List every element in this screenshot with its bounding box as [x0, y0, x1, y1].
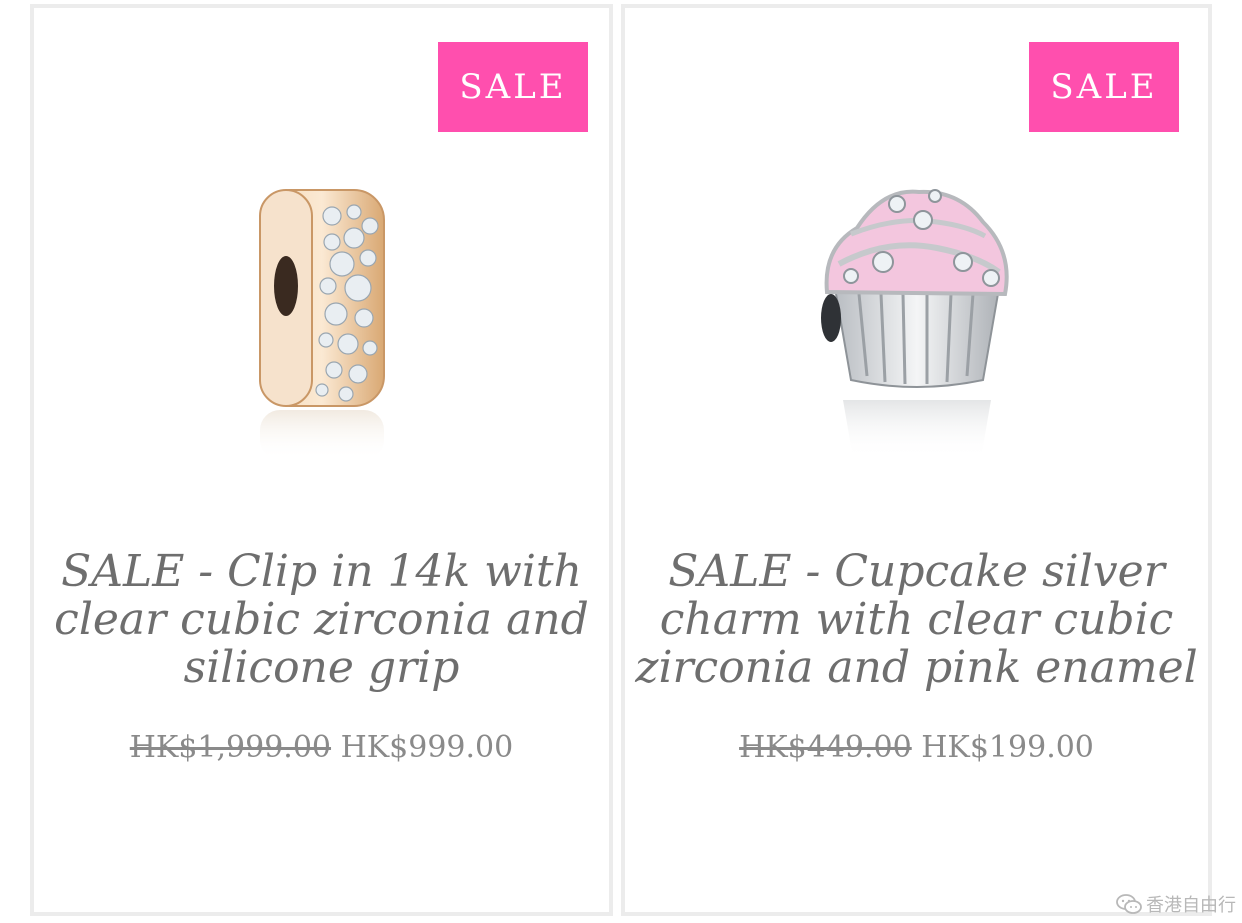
product-title[interactable]: SALE - Clip in 14k with clear cubic zirc… [44, 548, 599, 692]
price-row: HK$449.00 HK$199.00 [625, 730, 1208, 765]
sale-badge: SALE [1029, 42, 1179, 132]
original-price: HK$1,999.00 [129, 730, 332, 765]
price-row: HK$1,999.00 HK$999.00 [34, 730, 609, 765]
watermark: 香港自由行 [1116, 891, 1236, 917]
sale-badge: SALE [438, 42, 588, 132]
wechat-icon [1116, 894, 1142, 914]
original-price: HK$449.00 [739, 730, 912, 765]
product-card-cupcake[interactable]: SALE SALE - Cupcake silver charm with cl… [621, 4, 1212, 916]
product-grid: SALE SALE - Clip in 14k with clear cubic… [0, 0, 1242, 923]
sale-price: HK$199.00 [921, 730, 1094, 765]
watermark-text: 香港自由行 [1146, 895, 1236, 916]
sale-price: HK$999.00 [340, 730, 514, 765]
product-title[interactable]: SALE - Cupcake silver charm with clear c… [635, 548, 1198, 692]
cupcake-charm-icon[interactable] [787, 168, 1047, 468]
gold-clip-charm-icon[interactable] [192, 168, 452, 468]
product-card-clip[interactable]: SALE SALE - Clip in 14k with clear cubic… [30, 4, 613, 916]
